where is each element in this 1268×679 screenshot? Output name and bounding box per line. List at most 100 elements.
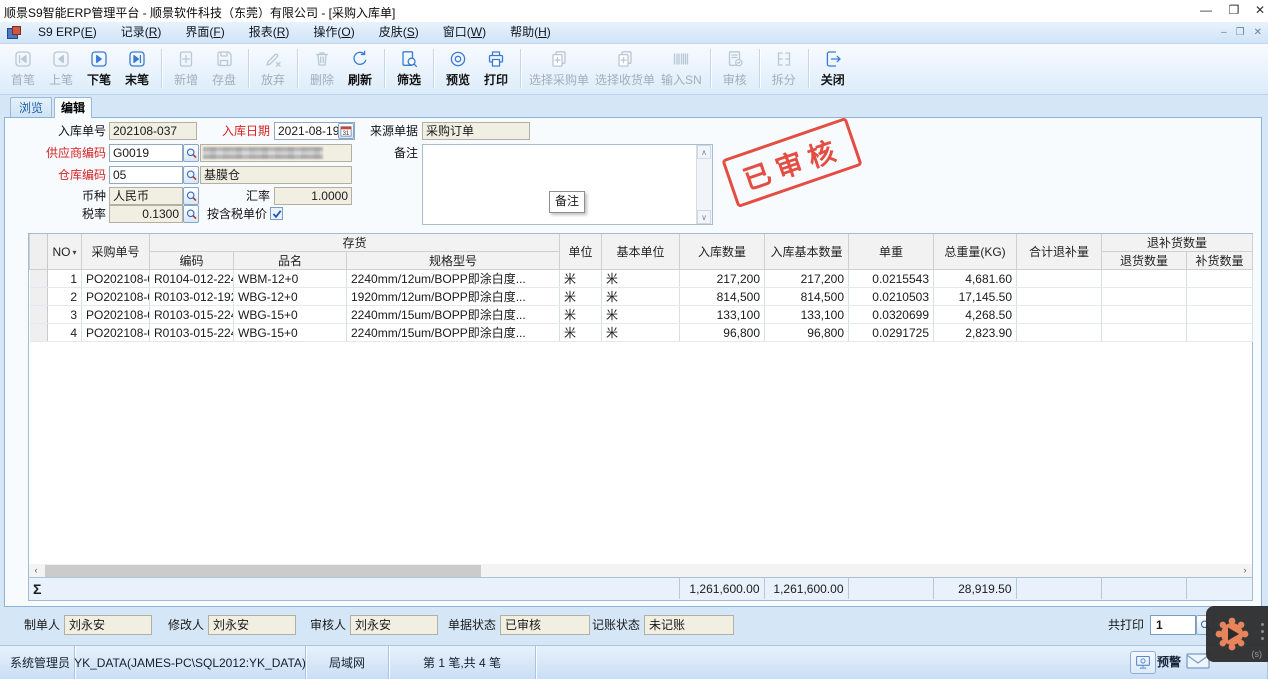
- grid-cell[interactable]: 217,200: [680, 270, 765, 288]
- toolbar-button-split[interactable]: 拆分: [765, 46, 803, 94]
- toolbar-button-del[interactable]: 删除: [303, 46, 341, 94]
- grid-cell[interactable]: 米: [602, 288, 680, 306]
- grid-cell[interactable]: 0.0215543: [849, 270, 934, 288]
- grid-cell[interactable]: 米: [602, 324, 680, 342]
- print-count-input[interactable]: 1: [1150, 615, 1196, 635]
- toolbar-button-preview[interactable]: 预览: [439, 46, 477, 94]
- grid-cell[interactable]: 2: [48, 288, 82, 306]
- grid-cell[interactable]: [1187, 306, 1253, 324]
- grid-row-1[interactable]: 1PO202108-0...R0104-012-2240-00WBM-12+02…: [30, 270, 1253, 288]
- hscroll-thumb[interactable]: [45, 565, 481, 577]
- grid-cell[interactable]: 1: [48, 270, 82, 288]
- grid-cell[interactable]: WBM-12+0: [234, 270, 347, 288]
- grid-cell[interactable]: 96,800: [765, 324, 849, 342]
- grid-cell[interactable]: 米: [560, 288, 602, 306]
- grid-cell[interactable]: 米: [560, 270, 602, 288]
- grid-row-4[interactable]: 4PO202108-0...R0103-015-2240-00WBG-15+02…: [30, 324, 1253, 342]
- grid-cell[interactable]: [1017, 288, 1102, 306]
- toolbar-button-refresh[interactable]: 刷新: [341, 46, 379, 94]
- tax-rate-lookup-button[interactable]: [183, 205, 199, 223]
- supplier-lookup-button[interactable]: [183, 144, 199, 162]
- tax-inclusive-checkbox[interactable]: [270, 207, 283, 220]
- grid-cell[interactable]: 133,100: [680, 306, 765, 324]
- toolbar-button-print[interactable]: 打印: [477, 46, 515, 94]
- grid-cell[interactable]: [1102, 270, 1187, 288]
- grid-cell[interactable]: 2,823.90: [934, 324, 1017, 342]
- grid-cell[interactable]: R0103-015-2240-00: [150, 306, 234, 324]
- recorder-overlay-widget[interactable]: (s): [1206, 606, 1268, 662]
- grid-cell[interactable]: PO202108-0...: [82, 288, 150, 306]
- toolbar-button-discard[interactable]: 放弃: [254, 46, 292, 94]
- scroll-up-icon[interactable]: ∧: [697, 145, 711, 159]
- grid-cell[interactable]: R0104-012-2240-00: [150, 270, 234, 288]
- grid-cell[interactable]: [1187, 288, 1253, 306]
- toolbar-button-selectdoc[interactable]: 选择采购单: [526, 46, 592, 94]
- menu-item-7[interactable]: 帮助(H): [498, 22, 563, 43]
- toolbar-button-last[interactable]: 末笔: [118, 46, 156, 94]
- grid-cell[interactable]: 1920mm/12um/BOPP即涂白度...: [347, 288, 560, 306]
- toolbar-button-selectdoc[interactable]: 选择收货单: [592, 46, 658, 94]
- grid-cell[interactable]: 133,100: [765, 306, 849, 324]
- grid-cell[interactable]: [1102, 306, 1187, 324]
- overlay-menu-dots-icon[interactable]: [1261, 623, 1264, 640]
- grid-cell[interactable]: [1017, 270, 1102, 288]
- grid-cell[interactable]: 0.0320699: [849, 306, 934, 324]
- toolbar-button-save[interactable]: 存盘: [205, 46, 243, 94]
- grid-cell[interactable]: WBG-12+0: [234, 288, 347, 306]
- close-icon[interactable]: ✕: [1246, 0, 1268, 22]
- grid-cell[interactable]: 4,268.50: [934, 306, 1017, 324]
- warehouse-lookup-button[interactable]: [183, 166, 199, 184]
- grid-cell[interactable]: [1102, 324, 1187, 342]
- grid-cell[interactable]: 3: [48, 306, 82, 324]
- grid-cell[interactable]: 2240mm/15um/BOPP即涂白度...: [347, 324, 560, 342]
- toolbar-button-filter[interactable]: 筛选: [390, 46, 428, 94]
- grid-cell[interactable]: [1017, 324, 1102, 342]
- grid-cell[interactable]: WBG-15+0: [234, 306, 347, 324]
- grid-cell[interactable]: 米: [560, 324, 602, 342]
- grid-cell[interactable]: 米: [560, 306, 602, 324]
- menu-item-3[interactable]: 报表(R): [237, 22, 302, 43]
- mdi-restore-icon[interactable]: ❐: [1236, 27, 1245, 38]
- scroll-down-icon[interactable]: ∨: [697, 210, 711, 224]
- grid-cell[interactable]: R0103-015-2240-00: [150, 324, 234, 342]
- grid-cell[interactable]: 0.0210503: [849, 288, 934, 306]
- grid-hscrollbar[interactable]: ‹ ›: [29, 564, 1252, 578]
- menu-item-1[interactable]: 记录(R): [109, 22, 174, 43]
- minimize-icon[interactable]: —: [1192, 0, 1220, 22]
- currency-lookup-button[interactable]: [183, 187, 199, 205]
- toolbar-button-add[interactable]: 新增: [167, 46, 205, 94]
- grid-cell[interactable]: 217,200: [765, 270, 849, 288]
- scroll-right-icon[interactable]: ›: [1238, 564, 1252, 578]
- warehouse-code-input[interactable]: 05: [109, 166, 183, 184]
- grid-cell[interactable]: [1187, 324, 1253, 342]
- menu-item-4[interactable]: 操作(O): [301, 22, 366, 43]
- grid-cell[interactable]: 17,145.50: [934, 288, 1017, 306]
- grid-cell[interactable]: 2240mm/15um/BOPP即涂白度...: [347, 306, 560, 324]
- grid-cell[interactable]: [1187, 270, 1253, 288]
- toolbar-button-barcode[interactable]: 输入SN: [658, 46, 705, 94]
- grid-row-3[interactable]: 3PO202108-0...R0103-015-2240-00WBG-15+02…: [30, 306, 1253, 324]
- grid-cell[interactable]: 0.0291725: [849, 324, 934, 342]
- toolbar-button-next[interactable]: 下笔: [80, 46, 118, 94]
- restore-icon[interactable]: ❐: [1220, 0, 1248, 22]
- grid-cell[interactable]: 96,800: [680, 324, 765, 342]
- toolbar-button-audit[interactable]: 审核: [716, 46, 754, 94]
- menu-item-6[interactable]: 窗口(W): [431, 22, 498, 43]
- toolbar-button-prev[interactable]: 上笔: [42, 46, 80, 94]
- mdi-minimize-icon[interactable]: –: [1221, 27, 1227, 38]
- tab-edit[interactable]: 编辑: [54, 97, 92, 118]
- grid-cell[interactable]: PO202108-0...: [82, 324, 150, 342]
- grid-cell[interactable]: 米: [602, 270, 680, 288]
- grid-cell[interactable]: WBG-15+0: [234, 324, 347, 342]
- grid-cell[interactable]: [1102, 288, 1187, 306]
- alert-button[interactable]: [1130, 651, 1156, 674]
- grid-cell[interactable]: 4: [48, 324, 82, 342]
- supplier-code-input[interactable]: G0019: [109, 144, 183, 162]
- scroll-left-icon[interactable]: ‹: [29, 564, 43, 578]
- grid-cell[interactable]: 米: [602, 306, 680, 324]
- grid-cell[interactable]: R0103-012-1920-00: [150, 288, 234, 306]
- grid-row-2[interactable]: 2PO202108-0...R0103-012-1920-00WBG-12+01…: [30, 288, 1253, 306]
- grid-cell[interactable]: PO202108-0...: [82, 306, 150, 324]
- grid-cell[interactable]: 4,681.60: [934, 270, 1017, 288]
- grid-cell[interactable]: [1017, 306, 1102, 324]
